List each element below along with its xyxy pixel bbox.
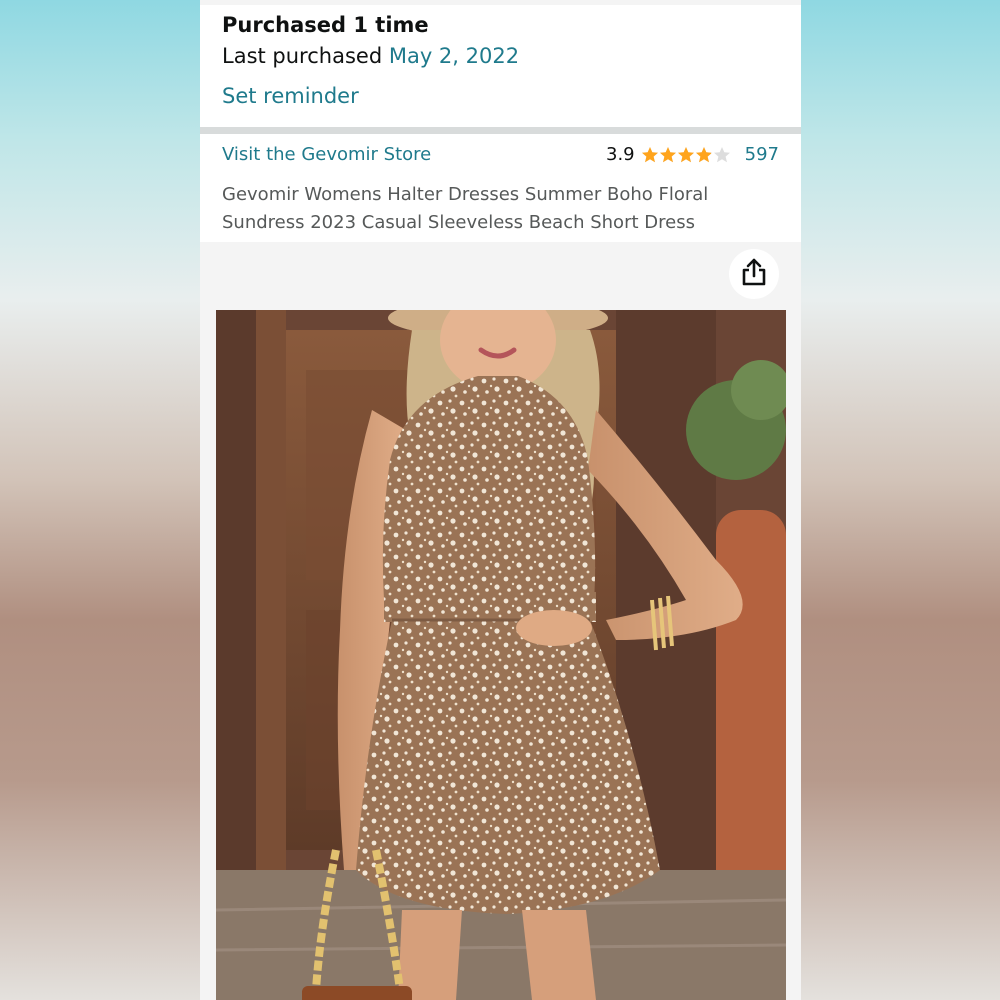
last-purchased-label: Last purchased: [222, 44, 383, 68]
rating-summary[interactable]: 3.9 597: [606, 144, 779, 165]
star-icon: [677, 146, 694, 162]
star-rating: [641, 146, 731, 164]
star-icon: [641, 146, 658, 162]
last-purchased-date[interactable]: May 2, 2022: [389, 44, 519, 68]
purchased-count: Purchased 1 time: [222, 13, 429, 37]
share-icon: [740, 257, 768, 291]
star-icon: [695, 146, 712, 162]
visit-store-link[interactable]: Visit the Gevomir Store: [222, 144, 431, 165]
section-divider: [200, 127, 801, 134]
star-icon: [659, 146, 676, 162]
set-reminder-link[interactable]: Set reminder: [222, 84, 359, 108]
share-button[interactable]: [729, 249, 779, 299]
last-purchased-line: Last purchased May 2, 2022: [222, 44, 519, 68]
rating-count[interactable]: 597: [745, 144, 779, 165]
product-title: Gevomir Womens Halter Dresses Summer Boh…: [222, 184, 709, 233]
rating-value: 3.9: [606, 144, 635, 165]
product-page-panel: Purchased 1 time Last purchased May 2, 2…: [200, 0, 801, 1000]
product-info-card: Visit the Gevomir Store 3.9 597 Gevomir …: [200, 134, 801, 242]
product-image[interactable]: [216, 310, 786, 1000]
star-icon: [713, 146, 730, 162]
purchase-history-card: Purchased 1 time Last purchased May 2, 2…: [200, 5, 801, 127]
